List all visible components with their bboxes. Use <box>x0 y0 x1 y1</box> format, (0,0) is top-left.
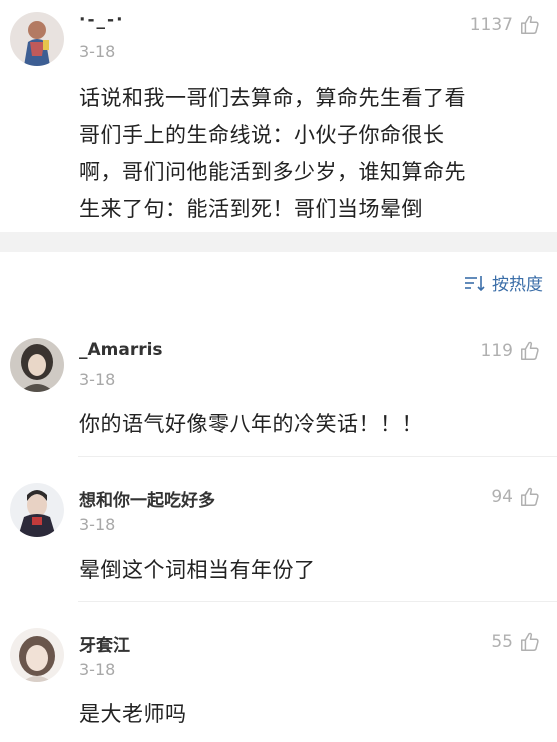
comment-date: 3-18 <box>79 515 116 534</box>
comment-page: ·-_-· 3-18 1137 话说和我一哥们去算命，算命先生看了看 哥们手上的… <box>0 0 557 742</box>
like-button[interactable]: 94 <box>491 486 541 508</box>
thumbs-up-icon <box>521 15 539 34</box>
comment-text: 是大老师吗 <box>79 702 187 726</box>
sort-icon <box>465 275 485 291</box>
thumbs-up-icon <box>521 632 539 651</box>
like-count: 119 <box>480 341 513 361</box>
username[interactable]: ·-_-· <box>79 10 125 30</box>
comment-text-line: 哥们手上的生命线说：小伙子你命很长 <box>79 123 445 147</box>
comment-text-line: 啊，哥们问他能活到多少岁，谁知算命先 <box>79 160 466 184</box>
username[interactable]: 想和你一起吃好多 <box>79 486 215 511</box>
avatar[interactable] <box>10 338 64 392</box>
sort-label: 按热度 <box>492 275 543 295</box>
like-button[interactable]: 119 <box>481 340 541 362</box>
section-separator <box>0 232 557 252</box>
like-button[interactable]: 1137 <box>470 14 541 36</box>
comment-text: 晕倒这个词相当有年份了 <box>79 558 316 582</box>
like-count: 1137 <box>469 15 513 35</box>
sort-toggle[interactable]: 按热度 <box>464 270 543 295</box>
divider <box>78 601 557 602</box>
username[interactable]: 牙套江 <box>79 631 130 656</box>
avatar[interactable] <box>10 12 64 66</box>
top-comment: ·-_-· 3-18 1137 话说和我一哥们去算命，算命先生看了看 哥们手上的… <box>0 0 557 232</box>
comment-text-line: 生来了句：能活到死！哥们当场晕倒 <box>79 197 423 221</box>
comment-text: 话说和我一哥们去算命，算命先生看了看 哥们手上的生命线说：小伙子你命很长 啊，哥… <box>79 80 466 228</box>
comment-text-line: 话说和我一哥们去算命，算命先生看了看 <box>79 86 466 110</box>
comment-date: 3-18 <box>79 370 116 389</box>
divider <box>78 456 557 457</box>
like-count: 94 <box>491 487 513 507</box>
like-count: 55 <box>491 632 513 652</box>
thumbs-up-icon <box>521 341 539 360</box>
username[interactable]: _Amarris <box>79 340 163 360</box>
like-button[interactable]: 55 <box>491 631 541 653</box>
comment-date: 3-18 <box>79 660 116 679</box>
comment-text: 你的语气好像零八年的冷笑话！！！ <box>79 412 423 436</box>
avatar[interactable] <box>10 483 64 537</box>
avatar[interactable] <box>10 628 64 682</box>
comment-date: 3-18 <box>79 42 116 61</box>
thumbs-up-icon <box>521 487 539 506</box>
